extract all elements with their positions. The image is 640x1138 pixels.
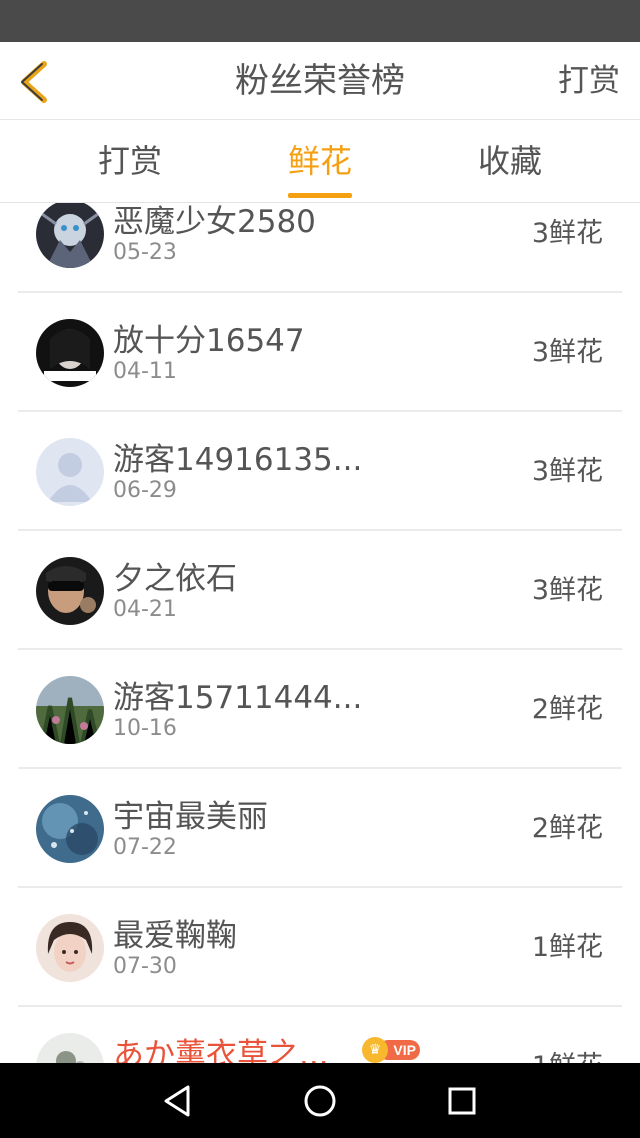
triangle-back-icon [164,1085,190,1117]
avatar [36,795,104,863]
fan-name: 宇宙最美丽 [113,799,268,835]
list-item[interactable]: 宇宙最美丽 07-22 2鲜花 [0,769,640,888]
crown-icon: ♛ [362,1037,388,1063]
avatar [36,557,104,625]
fan-date: 05-23 [113,240,177,265]
app-header: 粉丝荣誉榜 打赏 [0,42,640,120]
list-item[interactable]: 夕之依石 04-21 3鲜花 [0,531,640,650]
fan-date: 07-30 [113,954,177,979]
tab-flowers[interactable]: 鲜花 [287,120,353,202]
system-nav-bar [0,1063,640,1138]
chevron-left-icon [21,61,47,103]
fan-name: 最爱鞠鞠 [113,918,237,954]
circle-home-icon [304,1085,336,1117]
avatar [36,676,104,744]
default-avatar-icon [36,438,104,506]
status-bar [0,0,640,42]
reward-action-button[interactable]: 打赏 [558,42,620,120]
back-button[interactable] [8,54,64,110]
avatar [36,914,104,982]
avatar [36,438,104,506]
fan-name: 恶魔少女2580 [113,204,316,240]
fan-name: 游客15711444... [113,680,363,716]
flower-count: 1鲜花 [531,932,603,963]
fan-date: 06-29 [113,478,177,503]
flower-count: 3鲜花 [531,575,603,606]
nav-recents-button[interactable] [440,1079,484,1123]
list-item[interactable]: 游客14916135... 06-29 3鲜花 [0,412,640,531]
list-item[interactable]: 游客15711444... 10-16 2鲜花 [0,650,640,769]
fan-date: 07-22 [113,835,177,860]
flower-count: 3鲜花 [531,218,603,249]
tab-reward[interactable]: 打赏 [98,120,162,202]
fan-date: 04-21 [113,597,177,622]
flower-count: 3鲜花 [531,456,603,487]
flower-count: 3鲜花 [531,337,603,368]
page-title: 粉丝荣誉榜 [235,61,405,101]
tab-flowers-label: 鲜花 [287,142,353,180]
tab-favorites[interactable]: 收藏 [478,120,542,202]
tab-bar: 打赏 鲜花 收藏 [0,120,640,203]
list-item[interactable]: 恶魔少女2580 05-23 3鲜花 [0,203,640,293]
fan-name: あか薰衣草之... [113,1037,329,1063]
active-tab-indicator [287,193,353,198]
fan-list: 恶魔少女2580 05-23 3鲜花 放十分16547 04-11 3鲜花 游客… [0,203,640,1063]
list-item[interactable]: あか薰衣草之... VIP ♛ 1鲜花 [0,1007,640,1063]
list-item[interactable]: 放十分16547 04-11 3鲜花 [0,293,640,412]
list-item[interactable]: 最爱鞠鞠 07-30 1鲜花 [0,888,640,1007]
fan-name: 夕之依石 [113,561,237,597]
flower-count: 2鲜花 [531,694,603,725]
fan-name: 游客14916135... [113,442,363,478]
fan-date: 10-16 [113,716,177,741]
nav-back-button[interactable] [156,1079,200,1123]
avatar [36,203,104,268]
nav-home-button[interactable] [298,1079,342,1123]
flower-count: 2鲜花 [531,813,603,844]
vip-badge: VIP ♛ [362,1037,422,1063]
fan-date: 04-11 [113,359,177,384]
fan-name: 放十分16547 [113,323,305,359]
avatar [36,319,104,387]
square-recents-icon [448,1087,476,1115]
flower-count: 1鲜花 [532,1007,603,1063]
avatar [36,1033,104,1063]
